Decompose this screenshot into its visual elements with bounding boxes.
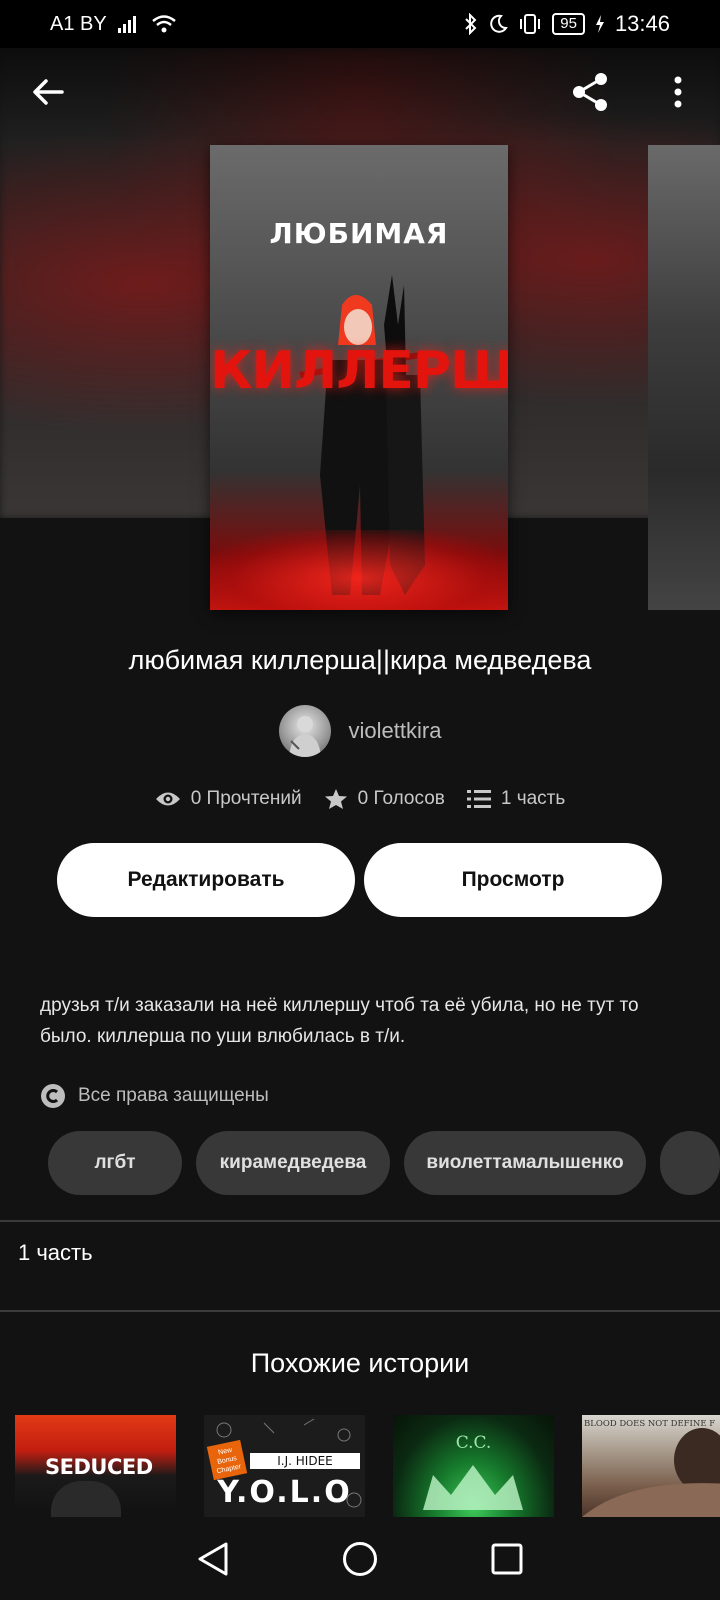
author-name[interactable]: violettkira	[349, 718, 442, 744]
nav-back-button[interactable]	[183, 1529, 243, 1589]
more-vertical-icon	[674, 76, 682, 108]
portrait-illustration	[582, 1428, 720, 1517]
next-cover-preview[interactable]	[648, 145, 720, 610]
story-title: любимая киллерша||кира медведева	[128, 645, 592, 675]
story-stats: 0 Прочтений 0 Голосов 1 часть	[0, 788, 720, 810]
status-bar: A1 BY 95 13:46	[0, 0, 720, 48]
back-button[interactable]	[18, 62, 78, 122]
similar-story-card[interactable]: C.C.	[393, 1415, 554, 1517]
similar-story-card[interactable]: New Bonus Chapter I.J. HIDEE Y.O.L.O	[204, 1415, 365, 1517]
story-description: друзья т/и заказали на неё киллершу чтоб…	[40, 995, 639, 1047]
reads-count: 0 Прочтений	[190, 788, 302, 809]
similar-story-card[interactable]: SEDUCED	[15, 1415, 176, 1517]
system-navigation-bar	[0, 1517, 720, 1600]
tag-chip[interactable]	[660, 1131, 720, 1195]
cover-top-text: ЛЮБИМАЯ	[269, 217, 449, 250]
votes-count: 0 Голосов	[357, 788, 445, 809]
battery-indicator: 95	[552, 13, 585, 35]
list-icon	[466, 790, 491, 808]
moon-icon	[490, 14, 509, 33]
triangle-back-icon	[198, 1542, 228, 1575]
wifi-icon	[151, 15, 176, 33]
similar-cover-text: Y.O.L.O	[217, 1475, 352, 1510]
cover-main-text: КИЛЛЕРША	[210, 341, 508, 401]
square-recents-icon	[491, 1543, 523, 1574]
arrow-left-icon	[33, 79, 64, 105]
copyright-label: Все права защищены	[78, 1085, 269, 1106]
author-avatar[interactable]	[278, 705, 331, 757]
view-button[interactable]: Просмотр	[364, 843, 662, 917]
bluetooth-icon	[465, 13, 477, 35]
tag-list: лгбт кирамедведева виолеттамалышенко	[48, 1131, 720, 1197]
nav-home-button[interactable]	[330, 1529, 390, 1589]
clock: 13:46	[614, 11, 670, 36]
signal-icon	[117, 16, 136, 33]
crown-illustration	[423, 1465, 523, 1510]
tag-chip[interactable]: виолеттамалышенко	[404, 1131, 646, 1195]
circle-home-icon	[342, 1541, 377, 1576]
share-icon	[573, 73, 607, 111]
parts-count: 1 часть	[500, 788, 566, 809]
star-icon	[324, 789, 347, 809]
more-options-button[interactable]	[648, 62, 708, 122]
similar-stories-heading: Похожие истории	[250, 1348, 470, 1378]
vibrate-icon	[520, 14, 541, 34]
similar-cover-author: I.J. HIDEE	[250, 1453, 360, 1469]
divider	[0, 1310, 720, 1312]
divider	[0, 1220, 720, 1222]
tag-chip[interactable]: лгбт	[48, 1131, 182, 1195]
carrier-label: A1 BY	[50, 12, 107, 35]
tag-chip[interactable]: кирамедведева	[196, 1131, 390, 1195]
eye-icon	[155, 792, 180, 806]
author-row[interactable]: violettkira	[0, 705, 720, 757]
similar-story-card[interactable]: BLOOD DOES NOT DEFINE F	[582, 1415, 720, 1517]
parts-list-item[interactable]: 1 часть	[18, 1240, 93, 1266]
copyright-row: Все права защищены	[40, 1083, 269, 1109]
nav-recents-button[interactable]	[477, 1529, 537, 1589]
edit-button[interactable]: Редактировать	[57, 843, 355, 917]
share-button[interactable]	[560, 62, 620, 122]
charging-icon	[595, 15, 604, 33]
similar-cover-text: SEDUCED	[45, 1455, 153, 1479]
copyright-icon	[41, 1084, 65, 1108]
story-cover[interactable]: ЛЮБИМАЯ КИЛЛЕРША	[210, 145, 508, 610]
similar-stories-list: SEDUCED New Bonus Chapter I.J. HIDEE Y.O…	[15, 1415, 720, 1517]
